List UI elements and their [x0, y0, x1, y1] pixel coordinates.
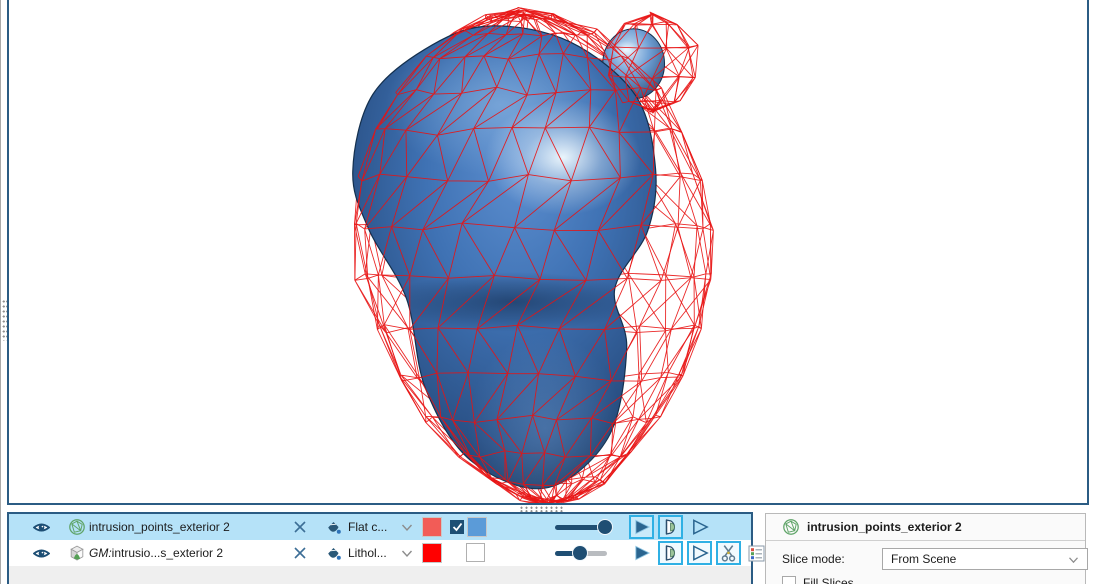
properties-header: intrusion_points_exterior 2 [766, 514, 1085, 541]
scissors-icon[interactable] [716, 541, 741, 565]
checkbox-unchecked[interactable] [466, 543, 485, 562]
shape-label-rest: intrusio...s_exterior 2 [112, 546, 223, 560]
color-mode-label[interactable]: Lithol... [348, 540, 398, 566]
slider-thumb[interactable] [597, 519, 613, 535]
paint-bucket-icon[interactable] [325, 514, 342, 540]
properties-title: intrusion_points_exterior 2 [807, 520, 962, 534]
fill-slices-row: Fill Slices [782, 576, 854, 584]
slice-mode-value: From Scene [891, 552, 956, 566]
color-mode-label[interactable]: Flat c... [348, 514, 398, 540]
shape-label: GM: intrusio...s_exterior 2 [89, 540, 289, 566]
visibility-eye-icon[interactable] [33, 540, 50, 566]
geomodel-cube-icon [68, 540, 86, 566]
color-swatch[interactable] [422, 543, 442, 563]
mesh-sphere-icon [782, 518, 800, 536]
shape-label: intrusion_points_exterior 2 [89, 514, 289, 540]
play-outline-icon[interactable] [687, 541, 712, 565]
color-swatch-secondary[interactable] [467, 517, 487, 537]
application-window: intrusion_points_exterior 2 Flat c... [0, 0, 1094, 584]
shape-list-panel: intrusion_points_exterior 2 Flat c... [7, 512, 753, 584]
chevron-down-icon[interactable] [401, 514, 413, 540]
shape-label-prefix: GM: [89, 546, 112, 560]
clip-plane-icon[interactable] [658, 541, 683, 565]
opacity-slider[interactable] [555, 525, 613, 530]
scene-3d-render [9, 0, 1087, 503]
play-outline-icon[interactable] [687, 515, 712, 539]
play-filled-icon[interactable] [629, 515, 654, 539]
close-x-icon[interactable] [293, 540, 307, 566]
clip-plane-icon[interactable] [658, 515, 683, 539]
fill-slices-label: Fill Slices [803, 576, 854, 584]
chevron-down-icon [1068, 556, 1079, 564]
slider-thumb[interactable] [572, 545, 588, 561]
scene-viewport[interactable] [7, 0, 1089, 505]
mesh-sphere-icon [68, 514, 86, 540]
visibility-eye-icon[interactable] [33, 514, 50, 540]
shape-row-geomodel-output[interactable]: GM: intrusio...s_exterior 2 Lithol... [9, 540, 751, 566]
close-x-icon[interactable] [293, 514, 307, 540]
opacity-slider[interactable] [555, 551, 607, 556]
play-filled-icon[interactable] [629, 541, 654, 565]
paint-bucket-icon[interactable] [325, 540, 342, 566]
properties-panel: intrusion_points_exterior 2 Slice mode: … [765, 513, 1086, 584]
color-swatch[interactable] [422, 517, 442, 537]
checkbox-checked[interactable] [450, 520, 464, 534]
chevron-down-icon[interactable] [401, 540, 413, 566]
window-left-edge [0, 0, 1, 584]
slice-mode-row: Slice mode: From Scene [782, 548, 1072, 570]
shape-row-intrusion-points[interactable]: intrusion_points_exterior 2 Flat c... [9, 514, 751, 540]
slice-mode-dropdown[interactable]: From Scene [882, 548, 1088, 570]
slice-mode-label: Slice mode: [782, 552, 866, 566]
fill-slices-checkbox[interactable] [782, 576, 796, 584]
